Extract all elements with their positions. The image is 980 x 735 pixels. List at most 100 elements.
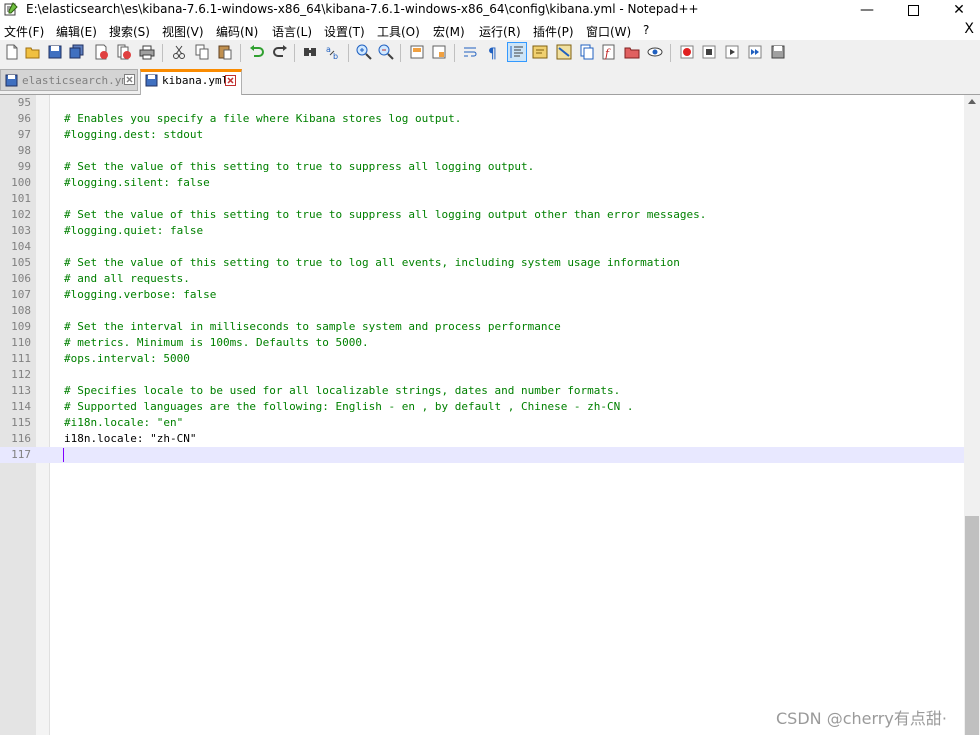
comment-text: # Set the value of this setting to true … xyxy=(64,208,707,221)
comment-text: # Specifies locale to be used for all lo… xyxy=(64,384,621,397)
menu-encoding[interactable]: 编码(N) xyxy=(216,23,258,40)
toolbar-separator xyxy=(670,44,671,62)
watermark: CSDN @cherry有点甜· xyxy=(776,709,947,728)
code-line[interactable]: 115 #i18n.locale: "en" xyxy=(0,415,964,431)
code-line[interactable]: 110 # metrics. Minimum is 100ms. Defaults… xyxy=(0,335,964,351)
tab-kibana-yml[interactable]: kibana.yml xyxy=(140,69,242,95)
code-line[interactable]: 113 # Specifies locale to be used for all… xyxy=(0,383,964,399)
code-line[interactable]: 96 # Enables you specify a file where Kib… xyxy=(0,111,964,127)
new-file-icon[interactable] xyxy=(3,43,21,61)
menu-language[interactable]: 语言(L) xyxy=(272,23,312,40)
folder-as-workspace-icon[interactable] xyxy=(623,43,641,61)
word-wrap-icon[interactable] xyxy=(462,43,480,61)
menu-search[interactable]: 搜索(S) xyxy=(109,23,150,40)
sync-horizontal-icon[interactable] xyxy=(430,43,448,61)
menu-run[interactable]: 运行(R) xyxy=(479,23,521,40)
document-map-icon[interactable] xyxy=(555,43,573,61)
menu-plugins[interactable]: 插件(P) xyxy=(533,23,574,40)
menu-settings[interactable]: 设置(T) xyxy=(324,23,365,40)
text-caret xyxy=(63,448,64,462)
code-line[interactable]: 104 xyxy=(0,239,964,255)
line-number: 95 xyxy=(17,96,31,109)
code-line[interactable]: 108 xyxy=(0,303,964,319)
comment-text: #logging.dest: stdout xyxy=(64,128,204,141)
save-icon[interactable] xyxy=(46,43,64,61)
line-number: 112 xyxy=(11,368,31,381)
code-line[interactable]: 101 xyxy=(0,191,964,207)
code-line[interactable]: 95 xyxy=(0,95,964,111)
replace-icon[interactable]: ab xyxy=(324,43,342,61)
code-line[interactable]: 116 i18n.locale: "zh-CN" xyxy=(0,431,964,447)
scroll-up-icon[interactable] xyxy=(968,99,976,104)
comment-text: # Set the interval in milliseconds to sa… xyxy=(64,320,561,333)
line-number: 98 xyxy=(17,144,31,157)
document-list-icon[interactable] xyxy=(578,43,596,61)
zoom-out-icon[interactable] xyxy=(377,43,395,61)
menu-file[interactable]: 文件(F) xyxy=(4,23,44,40)
code-line[interactable]: 98 xyxy=(0,143,964,159)
comment-text: # metrics. Minimum is 100ms. Defaults to… xyxy=(64,336,369,349)
tab-elasticsearch-yml[interactable]: elasticsearch.yml xyxy=(0,69,138,91)
close-all-icon[interactable] xyxy=(115,43,133,61)
close-tab-icon[interactable] xyxy=(124,74,135,85)
minimize-button[interactable]: — xyxy=(844,0,890,20)
code-line[interactable]: 102 # Set the value of this setting to tr… xyxy=(0,207,964,223)
menu-bar: 文件(F) 编辑(E) 搜索(S) 视图(V) 编码(N) 语言(L) 设置(T… xyxy=(0,20,980,40)
indent-guide-icon[interactable] xyxy=(507,42,527,62)
menu-edit[interactable]: 编辑(E) xyxy=(56,23,97,40)
redo-icon[interactable] xyxy=(271,43,289,61)
code-line[interactable]: 114 # Supported languages are the followi… xyxy=(0,399,964,415)
tab-label: elasticsearch.yml xyxy=(22,74,135,87)
record-macro-icon[interactable] xyxy=(678,43,696,61)
user-defined-language-icon[interactable] xyxy=(531,43,549,61)
undo-icon[interactable] xyxy=(248,43,266,61)
code-line[interactable]: 103 #logging.quiet: false xyxy=(0,223,964,239)
close-file-icon[interactable] xyxy=(92,43,110,61)
copy-icon[interactable] xyxy=(193,43,211,61)
code-line[interactable]: 97 #logging.dest: stdout xyxy=(0,127,964,143)
close-icon: ✕ xyxy=(953,2,965,18)
code-line[interactable]: 105 # Set the value of this setting to tr… xyxy=(0,255,964,271)
comment-text: # Set the value of this setting to true … xyxy=(64,256,680,269)
close-window-button[interactable]: ✕ xyxy=(936,0,980,20)
run-macro-multiple-icon[interactable] xyxy=(746,43,764,61)
code-line[interactable]: 106 # and all requests. xyxy=(0,271,964,287)
close-tab-icon[interactable] xyxy=(225,75,236,86)
show-all-characters-icon[interactable]: ¶ xyxy=(484,43,502,61)
menu-help[interactable]: ? xyxy=(643,23,649,37)
close-document-button[interactable]: X xyxy=(964,21,974,37)
function-list-icon[interactable]: f xyxy=(600,43,618,61)
code-line[interactable]: 109 # Set the interval in milliseconds to… xyxy=(0,319,964,335)
play-macro-icon[interactable] xyxy=(723,43,741,61)
paste-icon[interactable] xyxy=(216,43,234,61)
sync-vertical-icon[interactable] xyxy=(408,43,426,61)
zoom-in-icon[interactable] xyxy=(355,43,373,61)
save-macro-icon[interactable] xyxy=(769,43,787,61)
tab-label: kibana.yml xyxy=(162,74,229,87)
print-icon[interactable] xyxy=(138,43,156,61)
find-icon[interactable] xyxy=(301,43,319,61)
current-line[interactable]: 117 xyxy=(0,447,964,463)
scrollbar-thumb[interactable] xyxy=(965,516,979,735)
document-tab-bar: elasticsearch.yml kibana.yml xyxy=(0,66,980,95)
menu-tools[interactable]: 工具(O) xyxy=(377,23,420,40)
line-number: 100 xyxy=(11,176,31,189)
maximize-button[interactable] xyxy=(890,0,936,20)
maximize-icon xyxy=(907,4,919,16)
code-line[interactable]: 99 # Set the value of this setting to tru… xyxy=(0,159,964,175)
code-line[interactable]: 107 #logging.verbose: false xyxy=(0,287,964,303)
menu-macro[interactable]: 宏(M) xyxy=(433,23,465,40)
code-line[interactable]: 100 #logging.silent: false xyxy=(0,175,964,191)
open-file-icon[interactable] xyxy=(24,43,42,61)
vertical-scrollbar[interactable] xyxy=(964,95,980,735)
comment-text: #ops.interval: 5000 xyxy=(64,352,190,365)
cut-icon[interactable] xyxy=(170,43,188,61)
code-line[interactable]: 112 xyxy=(0,367,964,383)
menu-window[interactable]: 窗口(W) xyxy=(586,23,631,40)
monitoring-icon[interactable] xyxy=(646,43,664,61)
text-editor[interactable]: 95 96 # Enables you specify a file where K… xyxy=(0,95,964,735)
stop-macro-icon[interactable] xyxy=(700,43,718,61)
menu-view[interactable]: 视图(V) xyxy=(162,23,204,40)
code-line[interactable]: 111 #ops.interval: 5000 xyxy=(0,351,964,367)
save-all-icon[interactable] xyxy=(68,43,86,61)
